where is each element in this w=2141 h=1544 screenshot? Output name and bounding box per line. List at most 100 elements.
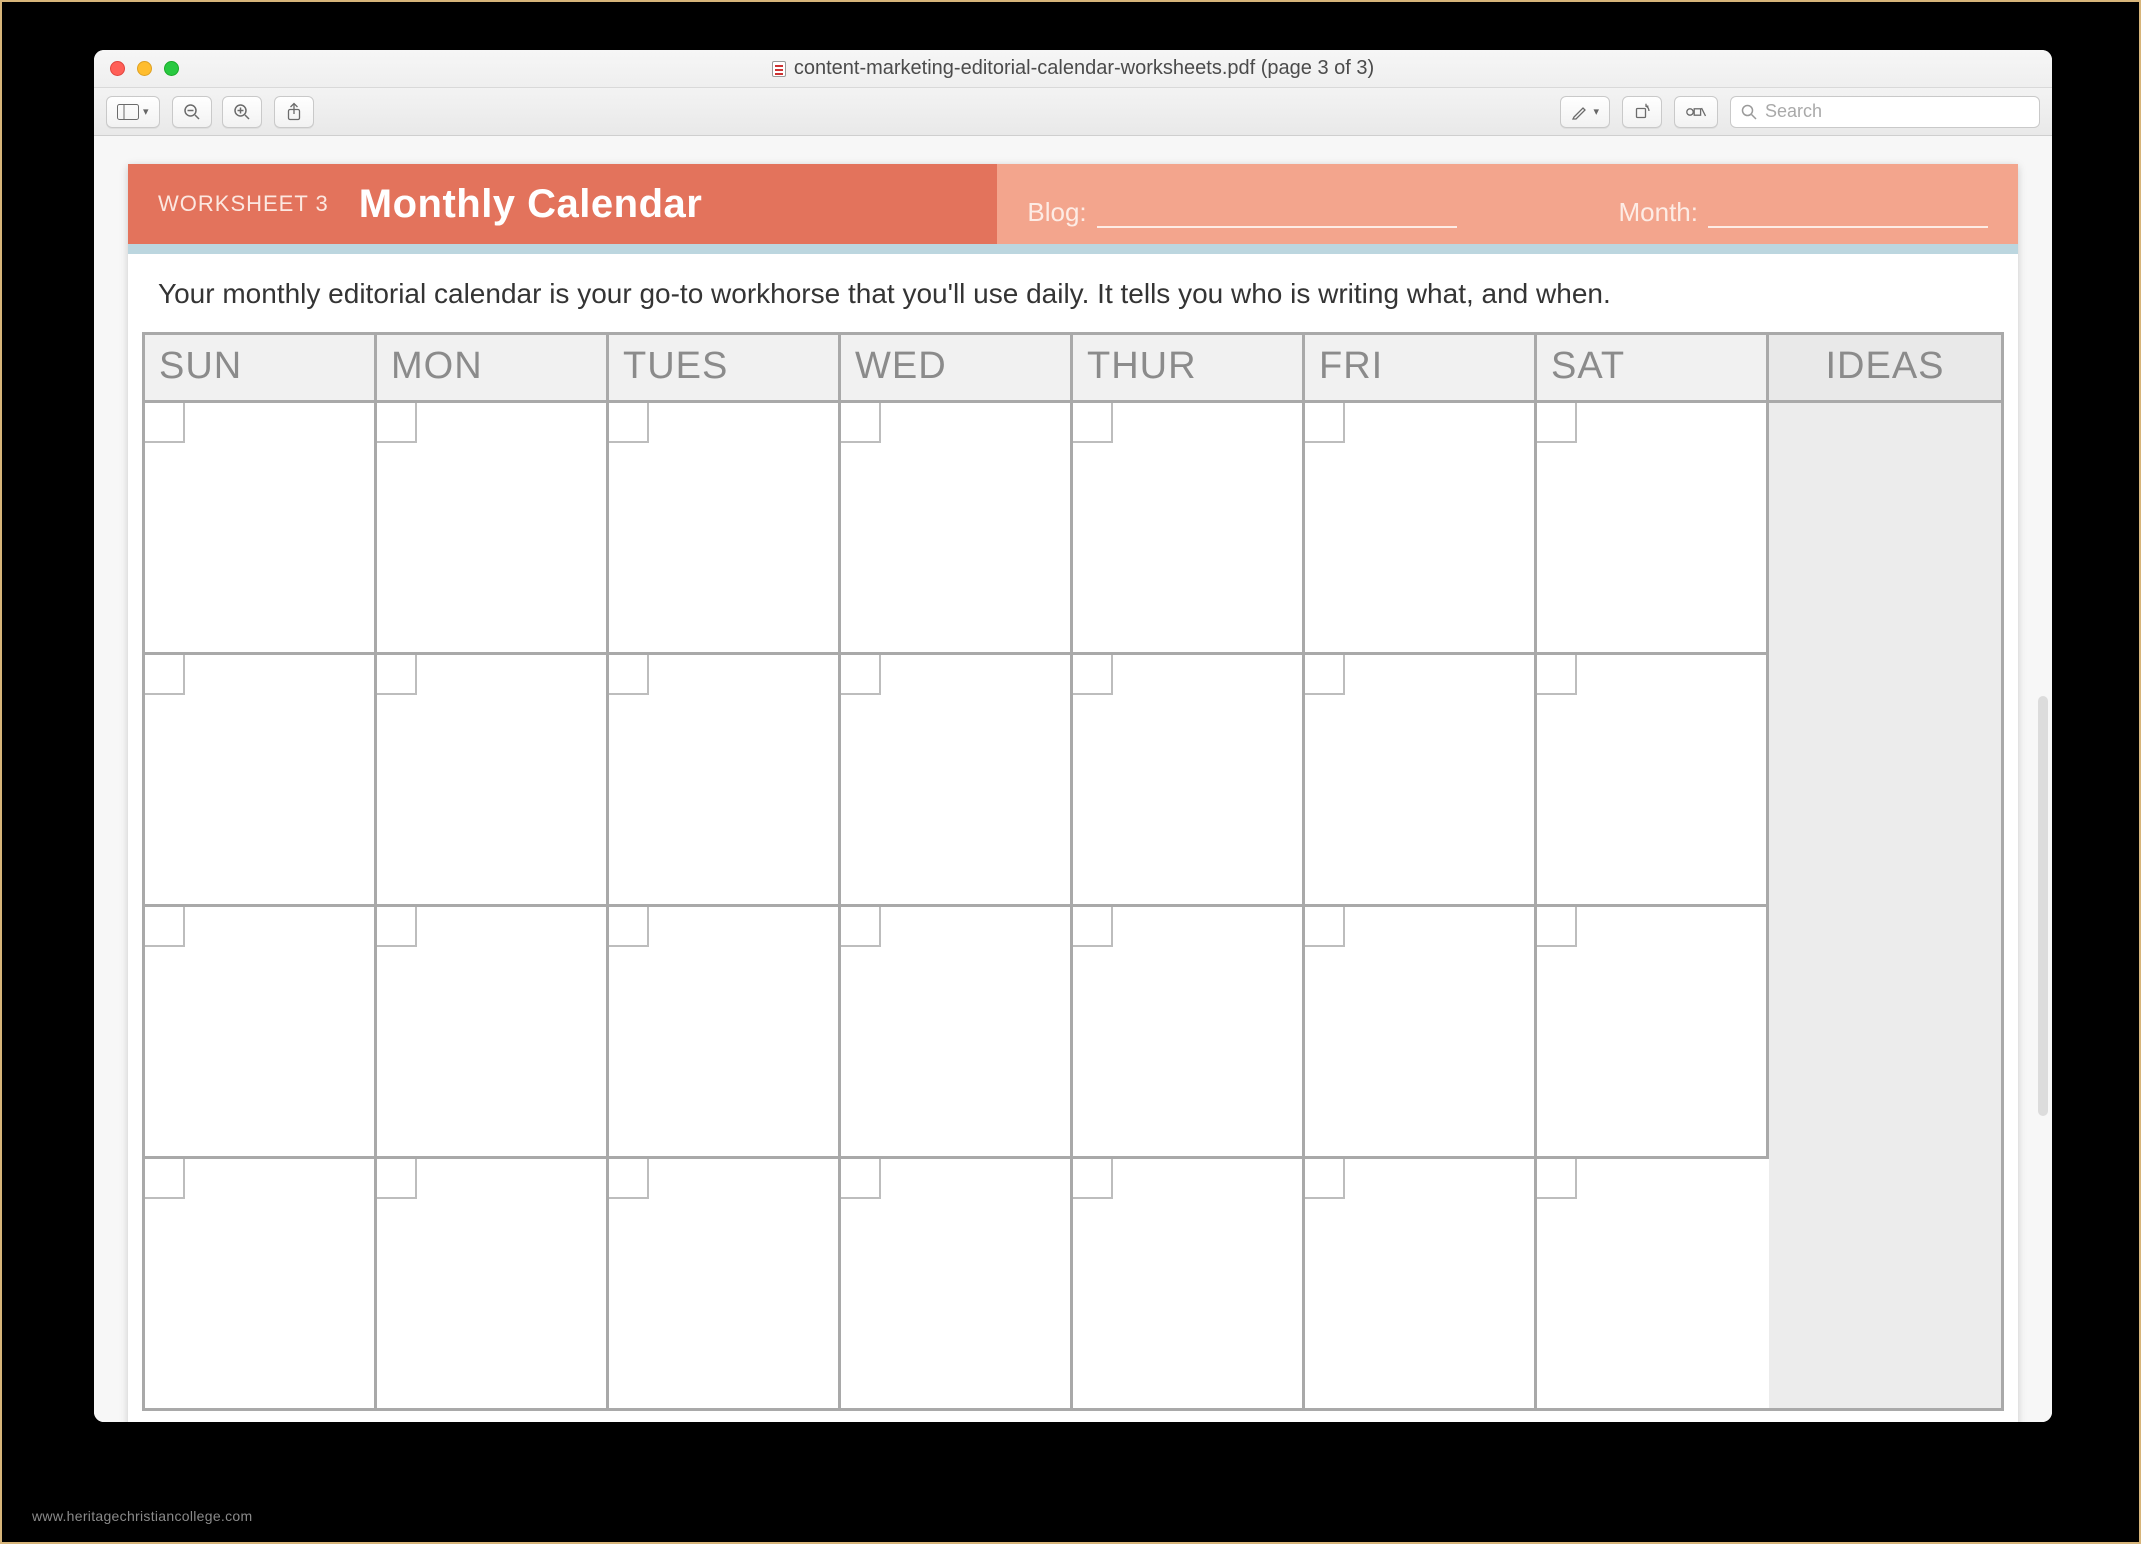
col-thur: THUR: [1073, 335, 1305, 400]
col-mon: MON: [377, 335, 609, 400]
highlight-button[interactable]: ▾: [1560, 96, 1610, 128]
chevron-down-icon: ▾: [143, 105, 149, 118]
date-box: [1305, 655, 1345, 695]
calendar-cell: [1073, 904, 1305, 1156]
markup-button[interactable]: [1674, 96, 1718, 128]
col-sun: SUN: [145, 335, 377, 400]
date-box: [841, 403, 881, 443]
calendar-cell: [377, 1156, 609, 1408]
date-box: [1537, 655, 1577, 695]
calendar-cell: [1537, 400, 1769, 652]
date-box: [377, 907, 417, 947]
calendar-cell: [145, 400, 377, 652]
blog-field-line: [1097, 202, 1457, 228]
col-sat: SAT: [1537, 335, 1769, 400]
calendar-cell: [609, 652, 841, 904]
calendar-cell: [1537, 652, 1769, 904]
calendar-cell: [841, 904, 1073, 1156]
calendar-cell: [841, 400, 1073, 652]
minimize-icon[interactable]: [137, 61, 152, 76]
date-box: [841, 655, 881, 695]
calendar-cell: [841, 1156, 1073, 1408]
calendar-cell: [609, 904, 841, 1156]
date-box: [377, 655, 417, 695]
calendar-cell: [377, 400, 609, 652]
col-ideas: IDEAS: [1769, 335, 2001, 400]
date-box: [377, 1159, 417, 1199]
date-box: [609, 403, 649, 443]
date-box: [1537, 1159, 1577, 1199]
window-title-text: content-marketing-editorial-calendar-wor…: [794, 57, 1374, 80]
calendar-header-row: SUN MON TUES WED THUR FRI SAT IDEAS: [145, 335, 2001, 400]
calendar-cell: [377, 652, 609, 904]
sidebar-toggle-button[interactable]: ▾: [106, 96, 160, 128]
date-box: [841, 907, 881, 947]
watermark-text: www.heritagechristiancollege.com: [32, 1508, 252, 1524]
search-input[interactable]: Search: [1730, 96, 2040, 128]
zoom-in-button[interactable]: [222, 96, 262, 128]
date-box: [841, 1159, 881, 1199]
calendar-cell: [1305, 400, 1537, 652]
scrollbar[interactable]: [2038, 696, 2048, 1116]
blog-label: Blog:: [1027, 197, 1086, 228]
date-box: [609, 907, 649, 947]
calendar-cell: [145, 1156, 377, 1408]
date-box: [1537, 907, 1577, 947]
date-box: [145, 655, 185, 695]
chevron-down-icon: ▾: [1593, 105, 1599, 118]
document-viewport[interactable]: WORKSHEET 3 Monthly Calendar Blog: Month…: [94, 136, 2052, 1422]
share-button[interactable]: [274, 96, 314, 128]
window-controls: [110, 61, 179, 76]
calendar-cell: [609, 1156, 841, 1408]
pdf-page: WORKSHEET 3 Monthly Calendar Blog: Month…: [128, 164, 2018, 1422]
date-box: [609, 1159, 649, 1199]
calendar-cell: [1305, 904, 1537, 1156]
worksheet-intro: Your monthly editorial calendar is your …: [128, 254, 2018, 324]
col-fri: FRI: [1305, 335, 1537, 400]
date-box: [1537, 403, 1577, 443]
date-box: [1073, 403, 1113, 443]
date-box: [1305, 1159, 1345, 1199]
preview-window: content-marketing-editorial-calendar-wor…: [94, 50, 2052, 1422]
calendar-cell: [1073, 400, 1305, 652]
zoom-icon[interactable]: [164, 61, 179, 76]
date-box: [1073, 655, 1113, 695]
worksheet-title: Monthly Calendar: [359, 182, 703, 227]
calendar-cell: [1305, 652, 1537, 904]
pdf-file-icon: [772, 61, 786, 77]
col-tues: TUES: [609, 335, 841, 400]
date-box: [1305, 907, 1345, 947]
date-box: [145, 907, 185, 947]
date-box: [1305, 403, 1345, 443]
toolbar: ▾ ▾: [94, 88, 2052, 136]
date-box: [377, 403, 417, 443]
window-titlebar: content-marketing-editorial-calendar-wor…: [94, 50, 2052, 88]
zoom-out-button[interactable]: [172, 96, 212, 128]
calendar-cell: [145, 652, 377, 904]
month-field-line: [1708, 202, 1988, 228]
col-wed: WED: [841, 335, 1073, 400]
rotate-button[interactable]: [1622, 96, 1662, 128]
calendar-cell: [1073, 1156, 1305, 1408]
date-box: [1073, 1159, 1113, 1199]
ideas-column: [1769, 400, 2001, 1408]
calendar-cell: [145, 904, 377, 1156]
search-icon: [1741, 104, 1757, 120]
month-label: Month:: [1619, 197, 1699, 228]
search-placeholder: Search: [1765, 101, 1822, 122]
date-box: [145, 1159, 185, 1199]
worksheet-tag: WORKSHEET 3: [158, 191, 329, 217]
calendar-cell: [609, 400, 841, 652]
calendar-grid: SUN MON TUES WED THUR FRI SAT IDEAS: [142, 332, 2004, 1411]
date-box: [609, 655, 649, 695]
window-title: content-marketing-editorial-calendar-wor…: [94, 57, 2052, 80]
calendar-cell: [377, 904, 609, 1156]
date-box: [1073, 907, 1113, 947]
close-icon[interactable]: [110, 61, 125, 76]
date-box: [145, 403, 185, 443]
calendar-cell: [841, 652, 1073, 904]
calendar-cell: [1537, 1156, 1769, 1408]
calendar-cell: [1305, 1156, 1537, 1408]
worksheet-header: WORKSHEET 3 Monthly Calendar Blog: Month…: [128, 164, 2018, 254]
calendar-cell: [1073, 652, 1305, 904]
